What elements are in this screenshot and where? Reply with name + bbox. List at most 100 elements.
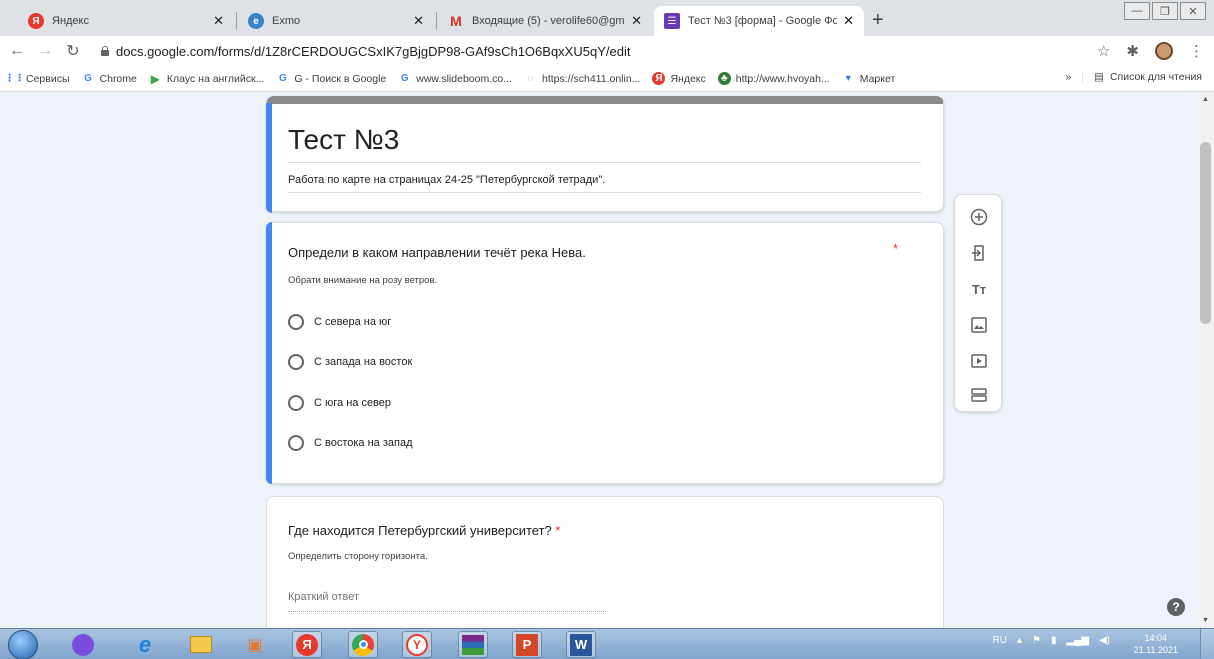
extensions-puzzle-icon[interactable]: ✱ xyxy=(1126,42,1139,60)
bookmark-item-chrome[interactable]: G Chrome xyxy=(82,72,137,85)
add-question-icon[interactable] xyxy=(967,205,991,229)
page-content: Тест №3 Работа по карте на страницах 24-… xyxy=(0,92,1214,628)
form-header-card: Тест №3 Работа по карте на страницах 24-… xyxy=(266,96,944,213)
back-arrow-icon[interactable]: ← xyxy=(6,42,28,60)
radio-button[interactable] xyxy=(288,395,304,411)
start-button[interactable] xyxy=(8,630,38,659)
yandex-y-icon[interactable]: Y xyxy=(402,631,432,658)
alice-icon[interactable] xyxy=(68,631,98,658)
close-tab-icon[interactable]: ✕ xyxy=(631,13,642,29)
import-questions-icon[interactable] xyxy=(967,241,991,265)
question-hint: Обрати внимание на розу ветров. xyxy=(288,275,438,286)
show-desktop-button[interactable] xyxy=(1200,629,1214,659)
reading-list-label[interactable]: Список для чтения xyxy=(1110,71,1202,83)
language-indicator[interactable]: RU xyxy=(993,635,1007,646)
tab-separator xyxy=(436,12,437,30)
maximize-button[interactable]: ❐ xyxy=(1152,2,1178,20)
question-title-text: Где находится Петербургский университет? xyxy=(288,523,552,538)
page-scrollbar[interactable]: ▲ ▼ xyxy=(1197,92,1214,628)
media-player-icon[interactable]: ▣ xyxy=(240,631,270,658)
bookmark-label: https://sch411.onlin... xyxy=(541,72,641,85)
reading-list-icon[interactable]: ▤ xyxy=(1094,71,1104,83)
browser-tab-strip: Я Яндекс ✕ e Exmo ✕ M Входящие (5) - ver… xyxy=(0,0,1214,36)
volume-icon[interactable]: ◀) xyxy=(1099,635,1110,646)
option-south-north[interactable]: С юга на север xyxy=(288,395,391,411)
radio-button[interactable] xyxy=(288,314,304,330)
clock[interactable]: 14:04 21.11.2021 xyxy=(1134,632,1178,656)
option-east-west[interactable]: С востока на запад xyxy=(288,435,413,451)
tab-gmail[interactable]: M Входящие (5) - verolife60@gmai ✕ xyxy=(438,6,652,36)
winrar-icon[interactable] xyxy=(458,631,488,658)
option-north-south[interactable]: С севера на юг xyxy=(288,314,391,330)
clock-time: 14:04 xyxy=(1144,633,1168,643)
tray-expand-icon[interactable]: ▴ xyxy=(1017,635,1022,646)
bookmark-star-icon[interactable]: ☆ xyxy=(1097,42,1110,60)
profile-avatar[interactable] xyxy=(1155,42,1173,60)
close-tab-icon[interactable]: ✕ xyxy=(413,13,424,29)
bookmark-label: Клаус на английск... xyxy=(166,72,265,85)
bookmark-label: G - Поиск в Google xyxy=(294,72,387,85)
clock-date: 21.11.2021 xyxy=(1133,645,1178,655)
option-label: С севера на юг xyxy=(314,316,392,328)
menu-kebab-icon[interactable]: ⋮ xyxy=(1189,42,1204,60)
bookmark-item-market[interactable]: ▾ Маркет xyxy=(842,72,896,85)
google-icon: G xyxy=(400,73,409,84)
short-answer-field[interactable]: Краткий ответ xyxy=(288,591,606,612)
file-explorer-icon[interactable] xyxy=(186,631,216,658)
yandex-icon: Я xyxy=(28,13,44,29)
bookmark-item-slideboom[interactable]: G www.slideboom.co... xyxy=(398,72,512,85)
close-window-button[interactable]: ✕ xyxy=(1180,2,1206,20)
reload-icon[interactable]: ↻ xyxy=(62,41,84,61)
tab-yandex[interactable]: Я Яндекс ✕ xyxy=(18,6,234,36)
bookmark-item-yandex[interactable]: Я Яндекс xyxy=(652,72,706,85)
bookmark-label: Сервисы xyxy=(26,72,70,85)
option-west-east[interactable]: С запада на восток xyxy=(288,354,412,370)
add-title-icon[interactable]: Tт xyxy=(967,277,991,301)
add-video-icon[interactable] xyxy=(967,349,991,373)
tab-title: Яндекс xyxy=(52,15,89,27)
scroll-up-icon[interactable]: ▲ xyxy=(1202,96,1209,103)
radio-button[interactable] xyxy=(288,435,304,451)
network-signal-icon[interactable]: ▂▄▆ xyxy=(1067,635,1089,646)
bookmark-item-google-search[interactable]: G G - Поиск в Google xyxy=(276,72,386,85)
bookmark-item-klaus[interactable]: ▶ Клаус на английск... xyxy=(149,72,265,86)
word-icon[interactable]: W xyxy=(566,631,596,658)
url-text: docs.google.com/forms/d/1Z8rCERDOUGCSxIK… xyxy=(116,43,631,59)
forward-arrow-icon[interactable]: → xyxy=(34,42,56,60)
new-tab-button[interactable]: + xyxy=(872,10,884,30)
window-controls: — ❐ ✕ xyxy=(1122,2,1206,20)
scrollbar-thumb[interactable] xyxy=(1200,142,1211,324)
add-image-icon[interactable] xyxy=(967,313,991,337)
battery-icon[interactable]: ▮ xyxy=(1051,635,1057,646)
yandex-icon: Я xyxy=(652,72,666,85)
required-asterisk: * xyxy=(555,523,561,538)
form-title[interactable]: Тест №3 xyxy=(288,124,921,163)
internet-explorer-icon[interactable]: e xyxy=(130,631,160,658)
radio-button[interactable] xyxy=(288,354,304,370)
more-bookmarks-button[interactable]: » xyxy=(1065,71,1071,83)
scroll-down-icon[interactable]: ▼ xyxy=(1202,617,1209,624)
action-center-flag-icon[interactable]: ⚑ xyxy=(1032,635,1041,646)
form-description[interactable]: Работа по карте на страницах 24-25 "Пете… xyxy=(288,174,921,193)
google-icon: G xyxy=(279,73,287,84)
tab-google-forms[interactable]: ☰ Тест №3 [форма] - Google Форм ✕ xyxy=(654,6,864,36)
close-tab-icon[interactable]: ✕ xyxy=(843,13,854,29)
question-card-1[interactable]: Определи в каком направлении течёт река … xyxy=(266,222,944,484)
yandex-browser-icon[interactable]: Я xyxy=(292,631,322,658)
bookmark-label: Маркет xyxy=(859,72,896,85)
powerpoint-icon[interactable]: P xyxy=(512,631,542,658)
bookmark-item-services[interactable]: ⋮⋮ Сервисы xyxy=(5,72,70,85)
chrome-icon[interactable] xyxy=(348,631,378,658)
windows-taskbar: e ▣ Я Y P W RU ▴ ⚑ ▮ ▂▄▆ ◀) 14:04 21.11.… xyxy=(0,628,1214,659)
minimize-button[interactable]: — xyxy=(1124,2,1150,20)
bookmark-item-hvoyah[interactable]: ♣ http://www.hvoyah... xyxy=(717,72,830,85)
close-tab-icon[interactable]: ✕ xyxy=(213,13,224,29)
tab-exmo[interactable]: e Exmo ✕ xyxy=(238,6,434,36)
bookmark-item-sch411[interactable]: ◌ https://sch411.onlin... xyxy=(524,72,641,85)
help-icon[interactable]: ? xyxy=(1167,598,1185,616)
question-card-2[interactable]: Где находится Петербургский университет?… xyxy=(266,496,944,628)
add-section-icon[interactable] xyxy=(967,383,991,407)
address-bar[interactable]: docs.google.com/forms/d/1Z8rCERDOUGCSxIK… xyxy=(100,39,1100,63)
tab-title: Exmo xyxy=(272,15,301,27)
form-tools-sidebar: Tт xyxy=(954,194,1002,412)
